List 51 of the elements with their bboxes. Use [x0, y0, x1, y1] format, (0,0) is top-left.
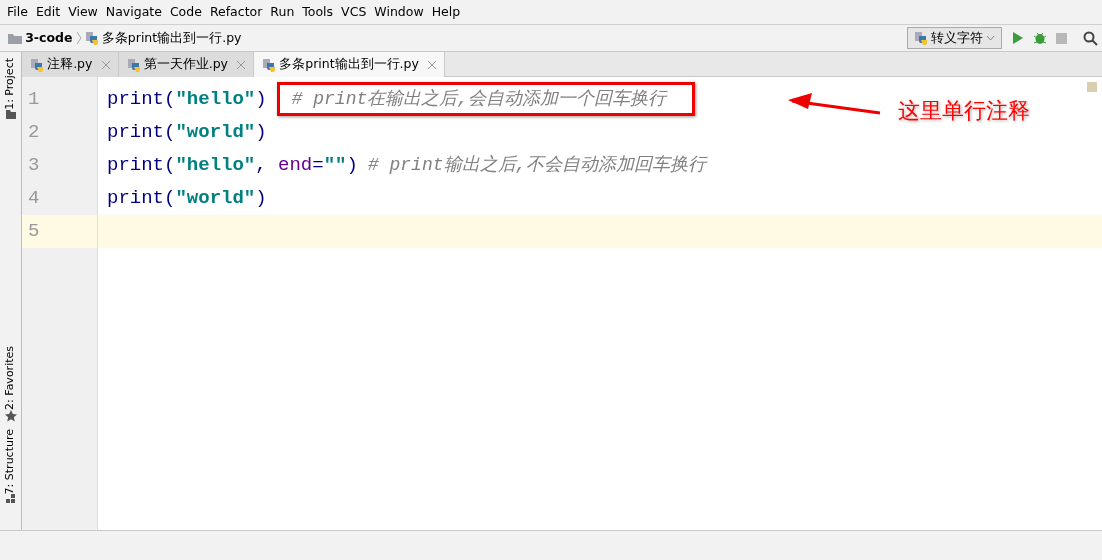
- folder-icon: [5, 110, 16, 120]
- python-file-icon: [262, 57, 277, 72]
- menu-item[interactable]: File: [3, 2, 32, 22]
- file-tab[interactable]: 注释.py: [22, 52, 119, 77]
- tool-window-tab[interactable]: 7: Structure: [2, 428, 19, 494]
- menu-item[interactable]: Tools: [298, 2, 338, 22]
- breadcrumb-item[interactable]: 3-code: [25, 28, 73, 48]
- python-file-icon: [30, 57, 44, 72]
- annotation-label: 这里单行注释: [898, 97, 1030, 125]
- code-line: print("world"): [107, 121, 267, 144]
- close-icon[interactable]: [428, 60, 437, 69]
- folder-icon: [8, 32, 22, 44]
- search-icon[interactable]: [1083, 30, 1098, 46]
- python-file-icon: [126, 57, 141, 72]
- python-icon: [914, 31, 928, 45]
- highlighted-comment: # print在输出之后,会自动添加一个回车换行: [276, 82, 696, 117]
- tool-window-tab[interactable]: 1: Project: [2, 58, 19, 111]
- line-number: 2: [27, 120, 41, 146]
- line-number: 4: [27, 186, 41, 212]
- stop-icon[interactable]: [1056, 32, 1068, 44]
- code-line: print("hello"): [107, 88, 267, 111]
- line-number: 3: [27, 153, 41, 179]
- code-line: print("hello", end=""): [107, 154, 358, 177]
- menu-item[interactable]: Navigate: [101, 2, 166, 22]
- menu-item[interactable]: Window: [370, 2, 428, 22]
- run-icon[interactable]: [1011, 31, 1024, 45]
- close-icon[interactable]: [101, 60, 110, 69]
- line-number: 5: [22, 215, 97, 249]
- menu-item[interactable]: Edit: [31, 2, 65, 22]
- menu-item[interactable]: Code: [165, 2, 206, 22]
- code-comment: # print输出之后,不会自动添加回车换行: [367, 155, 707, 176]
- structure-icon: [5, 494, 16, 504]
- run-configuration-dropdown[interactable]: 转义字符: [907, 27, 1003, 49]
- menu-item[interactable]: Refactor: [205, 2, 267, 22]
- python-file-icon: [84, 31, 99, 45]
- menu-item[interactable]: View: [64, 2, 102, 22]
- breadcrumb-item[interactable]: 多条print输出到一行.py: [101, 28, 242, 48]
- menu-item[interactable]: Help: [427, 2, 465, 22]
- code-line: print("world"): [107, 187, 267, 210]
- menu-item[interactable]: Run: [266, 2, 299, 22]
- chevron-icon: [75, 31, 82, 45]
- close-icon[interactable]: [237, 60, 246, 69]
- bug-icon[interactable]: [1033, 31, 1047, 45]
- caret-icon: [986, 35, 996, 41]
- file-tab[interactable]: 多条print输出到一行.py: [254, 52, 446, 77]
- tool-window-tab[interactable]: 2: Favorites: [2, 346, 19, 411]
- line-number: 1: [27, 87, 41, 113]
- menu-item[interactable]: VCS: [337, 2, 371, 22]
- file-tab[interactable]: 第一天作业.py: [118, 52, 255, 77]
- marker-icon: [1087, 82, 1097, 92]
- star-icon: [4, 410, 17, 423]
